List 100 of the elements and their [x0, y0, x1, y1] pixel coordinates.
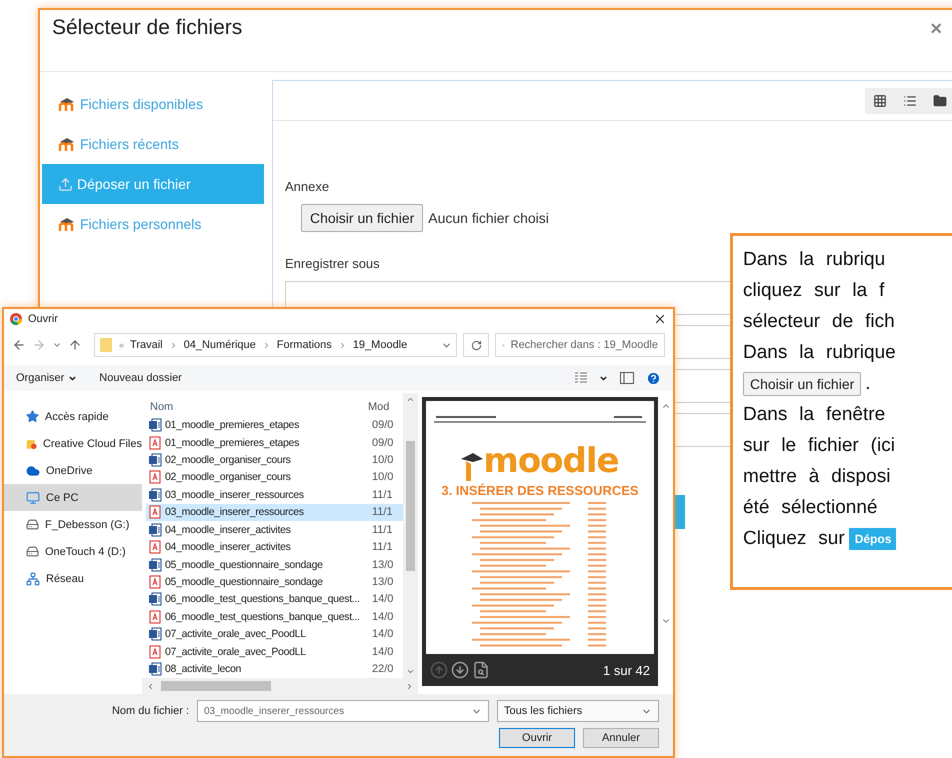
file-row[interactable]: 05_moodle_questionnaire_sondage 13/0: [146, 573, 403, 591]
choose-file-button[interactable]: Choisir un fichier: [301, 204, 424, 232]
cancel-button[interactable]: Annuler: [583, 728, 659, 748]
nav-item[interactable]: OneDrive: [4, 457, 142, 484]
graduation-cap-icon: [461, 451, 484, 481]
nav-item[interactable]: Accès rapide: [4, 403, 142, 430]
nav-item[interactable]: Réseau: [4, 565, 142, 592]
preview-pane-icon[interactable]: [620, 372, 634, 384]
file-row[interactable]: 02_moodle_organiser_cours 10/0: [146, 468, 403, 486]
column-header[interactable]: Nom: [146, 401, 368, 414]
file-date: 14/0: [372, 593, 394, 606]
search-field[interactable]: Rechercher dans : 19_Moodle: [495, 333, 665, 357]
instruction-text: été sélectionné: [743, 496, 878, 518]
file-date: 10/0: [372, 454, 394, 466]
list-view-icon[interactable]: [903, 94, 917, 108]
file-row[interactable]: 03_moodle_inserer_ressources 11/1: [146, 504, 403, 521]
file-date: 14/0: [372, 646, 394, 658]
help-icon[interactable]: [646, 370, 661, 386]
file-row[interactable]: 01_moodle_premieres_etapes 09/0: [146, 416, 403, 434]
close-icon[interactable]: [653, 312, 667, 326]
document-icon: [148, 662, 162, 676]
file-row[interactable]: 05_moodle_questionnaire_sondage 13/0: [146, 556, 403, 574]
scroll-left-icon[interactable]: [146, 682, 155, 690]
scroll-up-icon[interactable]: [406, 395, 415, 404]
file-row[interactable]: 03_moodle_inserer_ressources 11/1: [146, 486, 403, 504]
choose-file-button[interactable]: Choisir un fichier: [743, 372, 862, 396]
file-name: 04_moodle_inserer_activites: [165, 524, 291, 536]
document-icon: [148, 522, 162, 537]
file-row[interactable]: 01_moodle_premieres_etapes 09/0: [146, 434, 403, 452]
scrollbar[interactable]: [403, 393, 418, 678]
zoom-page-icon[interactable]: [472, 661, 490, 679]
pdf-icon: [148, 540, 162, 554]
file-name: 04_moodle_inserer_activites: [165, 541, 291, 554]
field-label: Nom du fichier :: [112, 705, 189, 717]
folder-icon[interactable]: [933, 94, 947, 108]
star-icon: [26, 410, 39, 423]
folder-icon: [99, 337, 113, 353]
moodle-icon: [58, 217, 76, 231]
cloud-icon: [26, 464, 40, 478]
breadcrumb-item[interactable]: 19_Moodle: [352, 339, 408, 351]
view-icon[interactable]: [575, 372, 587, 384]
field-label: Annexe: [285, 179, 330, 194]
no-file-text: Aucun fichier choisi: [428, 210, 549, 226]
drive-icon: [26, 545, 39, 558]
caret-icon[interactable]: [599, 374, 608, 382]
column-header[interactable]: Mod: [368, 401, 398, 414]
file-name-field[interactable]: 03_moodle_inserer_ressources: [197, 700, 489, 722]
document-icon: [148, 592, 162, 606]
breadcrumb-item[interactable]: Formations: [276, 339, 332, 351]
file-row[interactable]: 08_activite_lecon 22/0: [146, 660, 403, 678]
back-icon[interactable]: [12, 338, 26, 352]
address-bar[interactable]: « Travail 04_Numérique Formations 19_Moodle: [94, 333, 457, 357]
horizontal-scrollbar[interactable]: [142, 678, 418, 694]
file-type-dropdown[interactable]: Tous les fichiers: [497, 700, 659, 722]
file-row[interactable]: 06_moodle_test_questions_banque_quest... 14/0: [146, 590, 403, 608]
breadcrumb-item[interactable]: 04_Numérique: [184, 339, 256, 351]
nav-item[interactable]: Ce PC: [4, 484, 142, 511]
file-date: 14/0: [372, 610, 394, 623]
file-row[interactable]: 06_moodle_test_questions_banque_quest... 14/0: [146, 608, 403, 626]
breadcrumb-item[interactable]: Travail: [130, 339, 163, 351]
new-folder-button[interactable]: Nouveau dossier: [99, 372, 182, 384]
document-icon: [148, 418, 162, 432]
caret-icon: [68, 374, 78, 382]
file-row[interactable]: 07_activite_orale_avec_PoodLL 14/0: [146, 626, 403, 644]
scroll-down-icon[interactable]: [406, 667, 415, 676]
moodle-logo: moodle: [461, 441, 619, 481]
file-name: 08_activite_lecon: [165, 663, 242, 676]
close-button[interactable]: ×: [930, 18, 942, 41]
file-date: 11/1: [372, 488, 394, 501]
nav-item[interactable]: F_Debesson (G:): [4, 511, 142, 538]
instruction-text: Dans la rubriqu: [743, 248, 886, 270]
file-row[interactable]: 04_moodle_inserer_activites 11/1: [146, 538, 403, 556]
file-date: 11/1: [372, 524, 394, 536]
nav-item[interactable]: OneTouch 4 (D:): [4, 538, 142, 565]
moodle-icon: [58, 97, 76, 111]
drive-icon: [26, 518, 39, 531]
pdf-icon: [148, 610, 162, 624]
instruction-text: Dans la rubrique: [743, 342, 896, 364]
up-icon[interactable]: [68, 338, 82, 352]
window-title: Ouvrir: [28, 313, 58, 325]
scroll-right-icon[interactable]: [405, 682, 414, 690]
file-name: 07_activite_orale_avec_PoodLL: [165, 646, 306, 658]
instruction-text: mettre à disposi: [743, 466, 890, 488]
file-row[interactable]: 02_moodle_organiser_cours 10/0: [146, 451, 403, 469]
pdf-icon: [148, 470, 162, 484]
grid-view-icon[interactable]: [873, 94, 887, 108]
window-title: Sélecteur de fichiers: [52, 16, 242, 40]
organize-button[interactable]: Organiser: [16, 372, 78, 384]
file-row[interactable]: 07_activite_orale_avec_PoodLL 14/0: [146, 643, 403, 660]
upload-icon: [58, 176, 73, 192]
nav-item[interactable]: Creative Cloud Files: [4, 430, 142, 457]
document-icon: [148, 452, 162, 467]
file-name: 01_moodle_premieres_etapes: [165, 436, 300, 448]
instruction-text: .: [865, 372, 871, 394]
open-button[interactable]: Ouvrir: [499, 728, 575, 748]
browser-icon: [10, 313, 22, 325]
file-name: 05_moodle_questionnaire_sondage: [165, 576, 323, 588]
next-page-icon[interactable]: [451, 661, 469, 679]
file-row[interactable]: 04_moodle_inserer_activites 11/1: [146, 520, 403, 538]
refresh-button[interactable]: [463, 333, 489, 357]
